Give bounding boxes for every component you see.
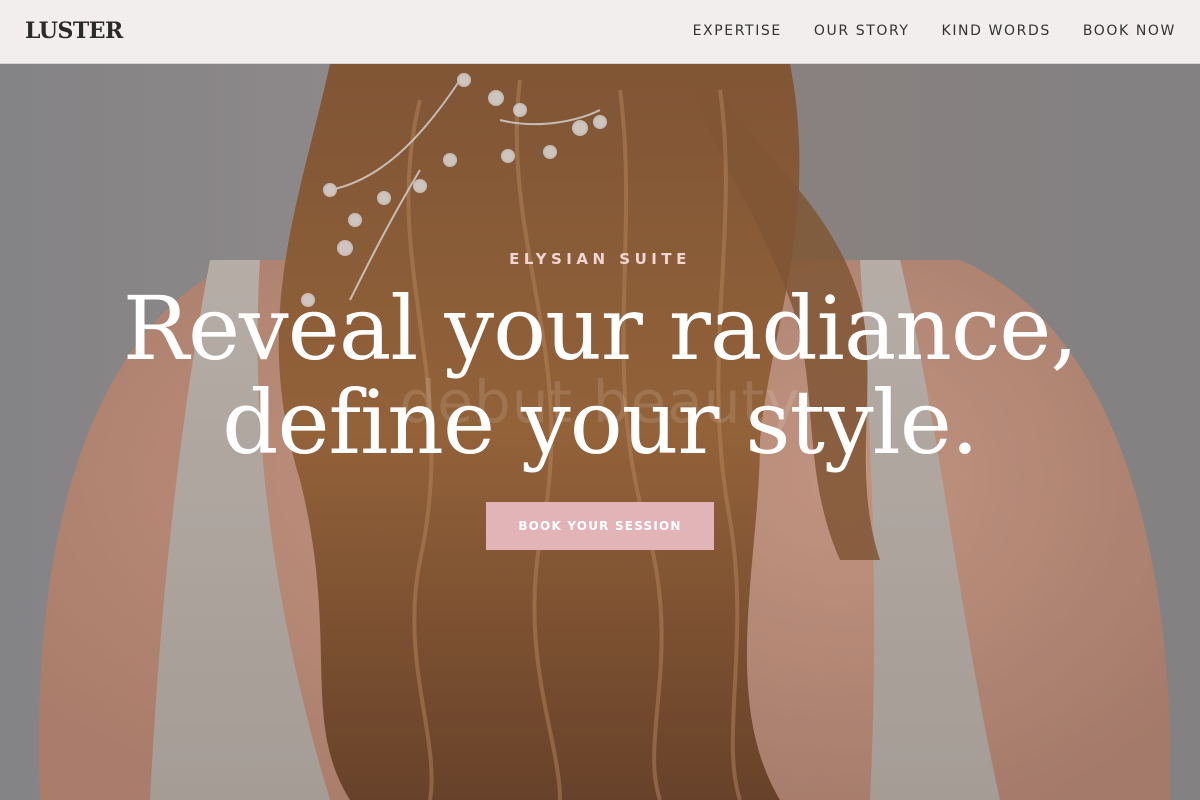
nav-item-expertise: EXPERTISE: [693, 22, 782, 40]
nav-link-expertise[interactable]: EXPERTISE: [693, 23, 782, 39]
nav-item-book-now: BOOK NOW: [1083, 22, 1176, 40]
nav-link-kind-words[interactable]: KIND WORDS: [942, 23, 1051, 39]
logo[interactable]: LUSTER: [25, 18, 123, 44]
nav-link-our-story[interactable]: OUR STORY: [814, 23, 910, 39]
nav-link-book-now[interactable]: BOOK NOW: [1083, 23, 1176, 39]
hero-section: ELYSIAN SUITE debut beauty Reveal your r…: [0, 0, 1200, 800]
site-header: LUSTER EXPERTISE OUR STORY KIND WORDS BO…: [0, 0, 1200, 64]
hero-headline-line-1: Reveal your radiance,: [122, 277, 1079, 380]
hero-headline: Reveal your radiance, define your style.: [0, 282, 1200, 470]
nav-item-our-story: OUR STORY: [814, 22, 910, 40]
hero-headline-line-2: define your style.: [222, 371, 979, 474]
hero-eyebrow: ELYSIAN SUITE: [509, 250, 691, 268]
main-nav: EXPERTISE OUR STORY KIND WORDS BOOK NOW: [693, 22, 1176, 40]
nav-item-kind-words: KIND WORDS: [942, 22, 1051, 40]
book-session-button[interactable]: BOOK YOUR SESSION: [486, 502, 714, 550]
